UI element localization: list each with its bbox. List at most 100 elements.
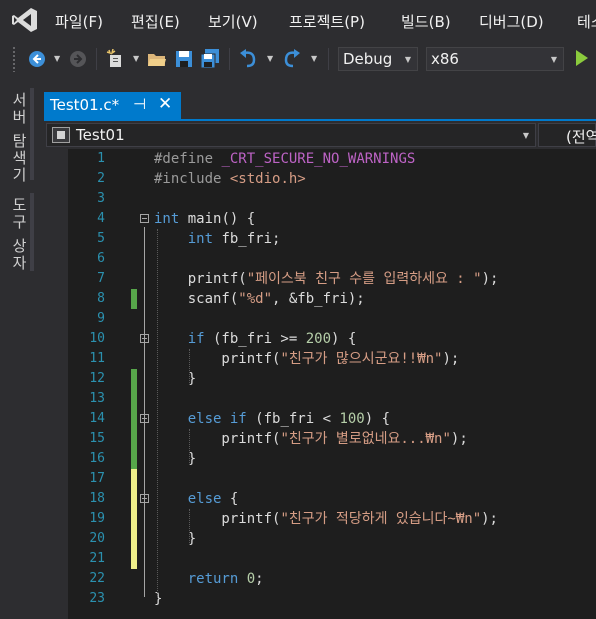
code-line[interactable]: 21: [44, 549, 596, 569]
indent-guide: [189, 349, 190, 385]
menu-file[interactable]: 파일(F): [55, 11, 103, 32]
project-scope-select[interactable]: Test01 ▼: [46, 123, 536, 147]
close-icon[interactable]: ✕: [158, 94, 172, 114]
code-text: #include <stdio.h>: [154, 171, 306, 187]
toolbar-separator: [328, 48, 329, 70]
menu-bar: 파일(F) 편집(E) 보기(V) 프로젝트(P) 빌드(B) 디버그(D) 테…: [0, 0, 596, 40]
back-dropdown-icon[interactable]: ▼: [54, 54, 60, 63]
code-line[interactable]: 23}: [44, 589, 596, 609]
menu-view[interactable]: 보기(V): [208, 11, 258, 32]
toolbar-separator: [96, 48, 97, 70]
undo-icon[interactable]: [238, 49, 258, 69]
scope-value: Test01: [76, 126, 125, 144]
line-number: 21: [89, 551, 105, 566]
code-line[interactable]: 3: [44, 189, 596, 209]
code-text: else {: [187, 491, 239, 507]
code-line[interactable]: 16 }: [44, 449, 596, 469]
new-project-icon[interactable]: [106, 49, 126, 69]
pin-icon[interactable]: ⊣: [133, 95, 146, 113]
code-line[interactable]: 15 printf("친구가 별로없네요...₩n");: [44, 429, 596, 449]
menu-test[interactable]: 테스: [577, 11, 596, 32]
toolbox-tab[interactable]: 도구 상자: [9, 197, 30, 272]
code-line[interactable]: 6: [44, 249, 596, 269]
code-line[interactable]: 11 printf("친구가 많으시군요!!₩n");: [44, 349, 596, 369]
project-icon: [52, 127, 70, 143]
change-marker: [131, 429, 137, 449]
line-number: 7: [97, 271, 105, 286]
code-text: printf("페이스북 친구 수를 입력하세요 : ");: [154, 271, 499, 287]
forward-icon[interactable]: [68, 49, 88, 69]
code-line[interactable]: 8 scanf("%d", &fb_fri);: [44, 289, 596, 309]
fold-region-line: [144, 427, 145, 465]
line-number: 18: [89, 491, 105, 506]
change-marker: [131, 389, 137, 409]
menu-project[interactable]: 프로젝트(P): [289, 11, 365, 32]
line-number: 8: [97, 291, 105, 306]
menu-debug[interactable]: 디버그(D): [479, 11, 544, 32]
change-marker: [131, 409, 137, 429]
change-marker: [131, 489, 137, 509]
redo-dropdown-icon[interactable]: ▼: [311, 54, 317, 63]
code-line[interactable]: 13: [44, 389, 596, 409]
start-debug-icon[interactable]: [576, 50, 588, 66]
tab-test01-c[interactable]: Test01.c* ⊣ ✕: [44, 92, 181, 119]
code-line[interactable]: 19 printf("친구가 적당하게 있습니다~₩n");: [44, 509, 596, 529]
code-text: else if (fb_fri < 100) {: [187, 411, 391, 427]
change-marker: [131, 529, 137, 549]
line-number: 19: [89, 511, 105, 526]
chevron-down-icon: ▼: [550, 55, 557, 64]
fold-region-line: [144, 507, 145, 545]
code-line[interactable]: 12 }: [44, 369, 596, 389]
chevron-down-icon: ▼: [522, 131, 529, 140]
redo-icon[interactable]: [282, 49, 302, 69]
change-marker: [131, 509, 137, 529]
code-text: int main() {: [154, 211, 256, 227]
line-number: 2: [97, 171, 105, 186]
solution-platform-select[interactable]: x86 ▼: [426, 47, 564, 71]
server-explorer-tab[interactable]: 서버 탐색기: [9, 92, 30, 184]
code-line[interactable]: 7 printf("페이스북 친구 수를 입력하세요 : ");: [44, 269, 596, 289]
toolbar-separator: [229, 48, 230, 70]
code-text: if (fb_fri >= 200) {: [187, 331, 357, 347]
navigation-bar: Test01 ▼ (전역: [44, 121, 596, 149]
line-number: 11: [89, 351, 105, 366]
indent-guide: [189, 429, 190, 465]
code-line[interactable]: 14 else if (fb_fri < 100) {: [44, 409, 596, 429]
menu-build[interactable]: 빌드(B): [401, 11, 451, 32]
toolbar-grip[interactable]: [12, 46, 16, 72]
visual-studio-logo-icon[interactable]: [12, 7, 38, 33]
indent-guide: [157, 229, 158, 597]
code-line[interactable]: 5 int fb_fri;: [44, 229, 596, 249]
code-line[interactable]: 10 if (fb_fri >= 200) {: [44, 329, 596, 349]
code-line[interactable]: 18 else {: [44, 489, 596, 509]
line-number: 20: [89, 531, 105, 546]
code-line[interactable]: 9: [44, 309, 596, 329]
change-marker: [131, 369, 137, 389]
line-number: 3: [97, 191, 105, 206]
open-folder-icon[interactable]: [147, 49, 167, 69]
change-marker: [131, 449, 137, 469]
standard-toolbar: ▼ ▼ ▼ ▼ Debug ▼ x86 ▼: [0, 40, 596, 78]
collapse-icon[interactable]: [140, 214, 149, 223]
code-line[interactable]: 22 return 0;: [44, 569, 596, 589]
line-number: 10: [89, 331, 105, 346]
back-icon[interactable]: [27, 49, 47, 69]
change-marker: [131, 549, 137, 569]
menu-edit[interactable]: 편집(E): [131, 11, 180, 32]
code-line[interactable]: 4 int main() {: [44, 209, 596, 229]
code-line[interactable]: 20 }: [44, 529, 596, 549]
line-number: 4: [97, 211, 105, 226]
solution-configuration-select[interactable]: Debug ▼: [338, 47, 418, 71]
save-all-icon[interactable]: [200, 49, 220, 69]
code-editor[interactable]: 1 #define _CRT_SECURE_NO_WARNINGS 2 #includ…: [44, 149, 596, 619]
chevron-down-icon: ▼: [404, 55, 411, 64]
member-scope-select[interactable]: (전역: [538, 123, 596, 147]
new-project-dropdown-icon[interactable]: ▼: [133, 54, 139, 63]
undo-dropdown-icon[interactable]: ▼: [267, 54, 273, 63]
code-line[interactable]: 17: [44, 469, 596, 489]
line-number: 12: [89, 371, 105, 386]
code-line[interactable]: 2 #include <stdio.h>: [44, 169, 596, 189]
tab-marker: [30, 88, 34, 180]
save-icon[interactable]: [174, 49, 194, 69]
code-line[interactable]: 1 #define _CRT_SECURE_NO_WARNINGS: [44, 149, 596, 169]
